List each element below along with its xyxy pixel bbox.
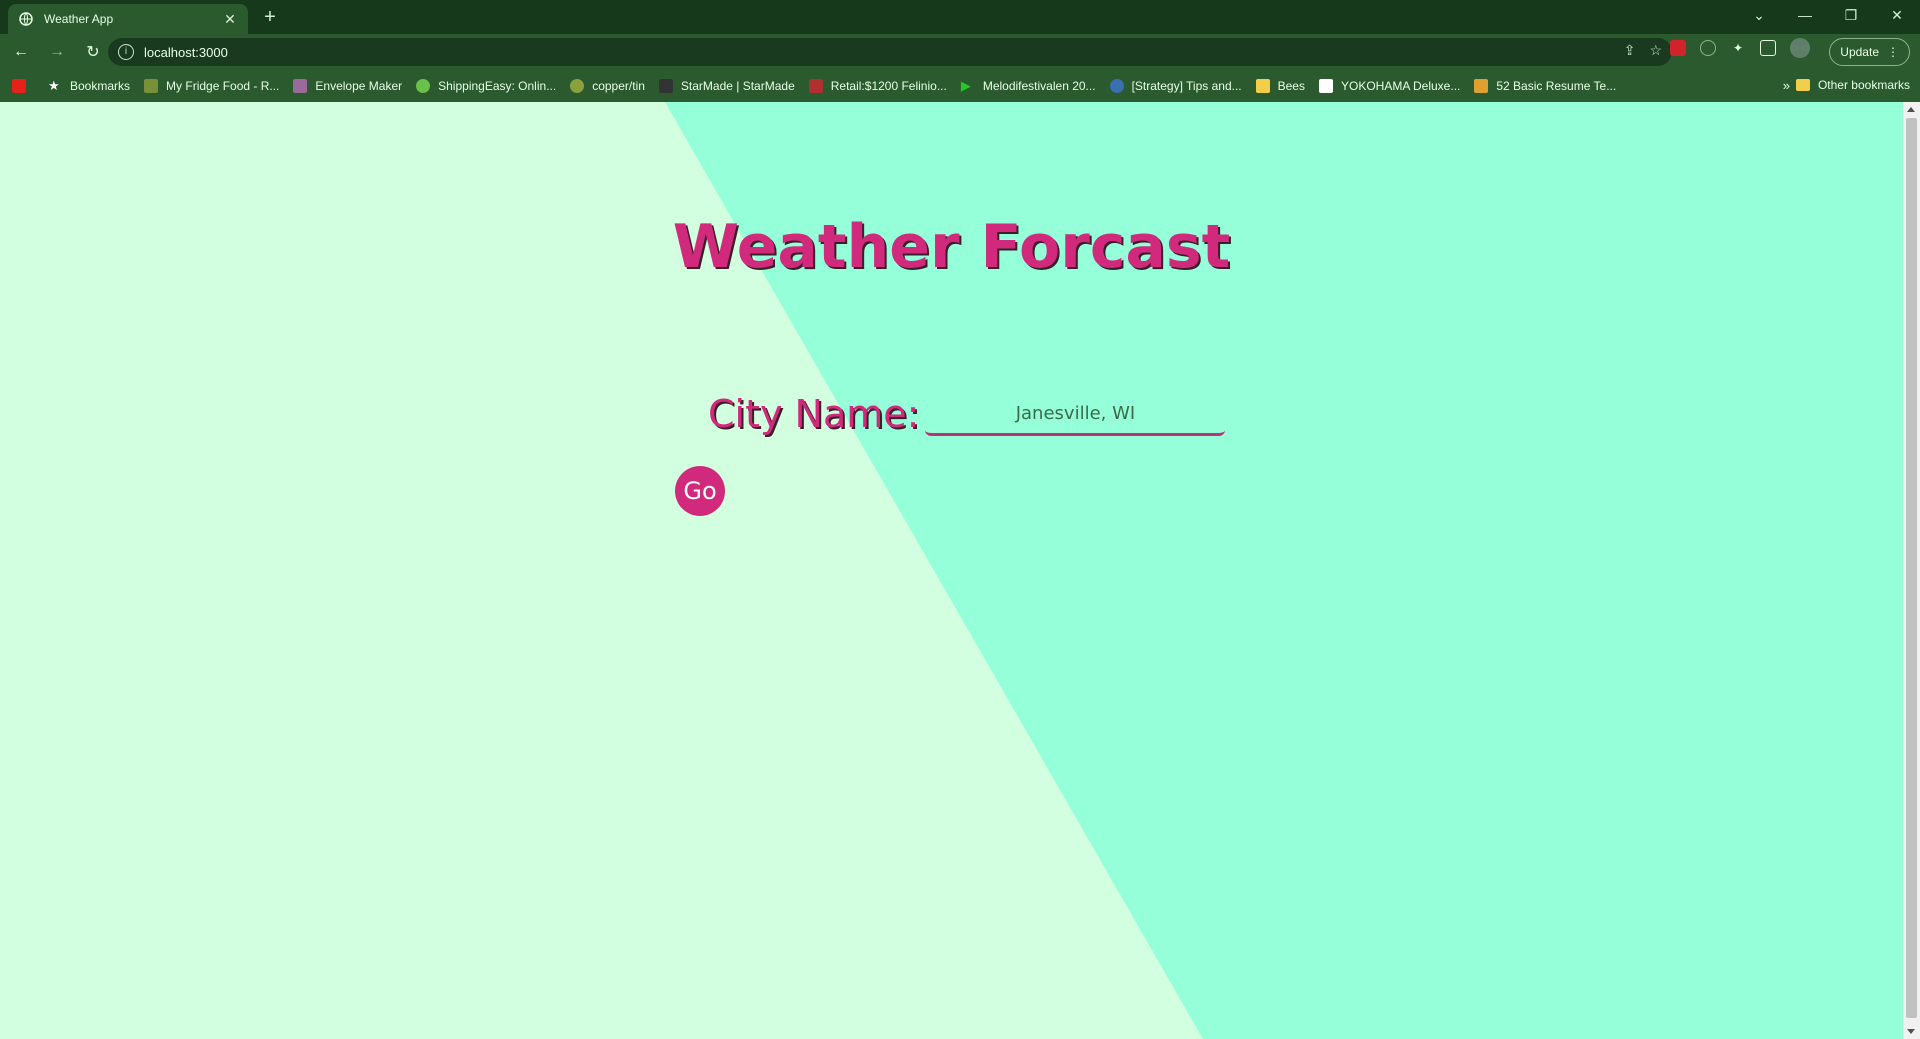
more-bookmarks-icon[interactable]: »	[1783, 78, 1790, 93]
page-viewport: Weather Forcast City Name: Go	[0, 102, 1903, 1039]
new-tab-icon[interactable]: +	[258, 5, 282, 29]
bookmark-item[interactable]: My Fridge Food - R...	[144, 79, 279, 93]
bookmark-item[interactable]: ShippingEasy: Onlin...	[416, 79, 556, 93]
tab-search-icon[interactable]: ⌄	[1736, 0, 1782, 30]
youtube-icon	[12, 79, 26, 93]
bookmarks-bar: ★ Bookmarks My Fridge Food - R... Envelop…	[0, 70, 1920, 102]
bookmark-item[interactable]: Bees	[1255, 79, 1305, 93]
bookmark-item[interactable]: [Strategy] Tips and...	[1109, 79, 1242, 93]
bookmark-label: copper/tin	[592, 79, 645, 93]
bookmark-favicon	[1255, 79, 1270, 93]
bookmark-item[interactable]: Retail:$1200 Felinio...	[808, 79, 947, 93]
bookmark-favicon	[658, 79, 673, 93]
lock-extension-icon[interactable]	[1670, 40, 1686, 56]
folder-icon	[1795, 79, 1810, 91]
profile-avatar[interactable]	[1790, 38, 1810, 58]
bookmark-favicon	[144, 79, 159, 93]
update-label: Update	[1840, 45, 1879, 59]
star-icon: ★	[48, 78, 60, 93]
restore-icon[interactable]: ❐	[1828, 0, 1874, 30]
globe-icon	[18, 11, 34, 27]
window-controls: ⌄ — ❐ ✕	[1736, 0, 1920, 30]
close-tab-icon[interactable]: ✕	[222, 11, 238, 27]
check-extension-icon[interactable]	[1700, 40, 1716, 56]
bookmark-item[interactable]: ▶ Melodifestivalen 20...	[960, 78, 1096, 94]
bookmark-label: Envelope Maker	[315, 79, 403, 93]
scroll-up-icon[interactable]	[1907, 107, 1915, 112]
bookmark-label: Melodifestivalen 20...	[982, 79, 1096, 93]
bookmark-label: ShippingEasy: Onlin...	[438, 79, 557, 93]
url-text: localhost:3000	[144, 44, 228, 60]
play-icon: ▶	[960, 78, 971, 93]
close-window-icon[interactable]: ✕	[1874, 0, 1920, 30]
bookmark-favicon	[416, 79, 431, 93]
vertical-scrollbar[interactable]	[1903, 102, 1920, 1039]
scrollbar-thumb[interactable]	[1906, 118, 1917, 1018]
bookmark-favicon	[570, 79, 585, 93]
bookmark-label: 52 Basic Resume Te...	[1496, 79, 1617, 93]
scroll-down-icon[interactable]	[1907, 1029, 1915, 1034]
bookmark-label: My Fridge Food - R...	[166, 79, 280, 93]
go-button[interactable]: Go	[675, 466, 725, 516]
forward-icon[interactable]: →	[42, 37, 72, 67]
bookmark-favicon	[1474, 79, 1489, 93]
minimize-icon[interactable]: —	[1782, 0, 1828, 30]
menu-dots-icon: ⋮	[1887, 45, 1899, 59]
extensions-area: ✦	[1670, 38, 1810, 58]
puzzle-icon[interactable]: ✦	[1730, 40, 1746, 56]
tab-weather-app[interactable]: Weather App ✕	[8, 4, 248, 34]
page-title: Weather Forcast	[672, 212, 1231, 282]
bookmark-item[interactable]: Envelope Maker	[293, 79, 402, 93]
other-bookmarks[interactable]: Other bookmarks	[1795, 78, 1910, 92]
bookmark-star-icon[interactable]: ☆	[1649, 42, 1662, 59]
bookmark-item[interactable]: copper/tin	[570, 79, 645, 93]
share-icon[interactable]: ⇪	[1624, 42, 1636, 59]
bookmark-favicon	[1318, 79, 1333, 93]
bookmark-item[interactable]: StarMade | StarMade	[658, 79, 795, 93]
bookmark-favicon	[1109, 79, 1124, 93]
other-bookmarks-label: Other bookmarks	[1817, 78, 1910, 92]
bookmark-label: Bees	[1277, 79, 1305, 93]
city-form: City Name:	[708, 392, 1226, 436]
reload-icon[interactable]: ↻	[78, 37, 108, 67]
browser-toolbar: ← → ↻ i localhost:3000 ⇪ ☆ ✦ Update ⋮	[0, 34, 1920, 70]
bookmark-label: [Strategy] Tips and...	[1131, 79, 1242, 93]
update-button[interactable]: Update ⋮	[1829, 38, 1910, 66]
city-name-label: City Name:	[708, 392, 920, 436]
info-icon[interactable]: i	[118, 44, 134, 60]
bookmark-favicon	[808, 79, 823, 93]
youtube-bookmark[interactable]	[12, 79, 34, 93]
bookmark-label: YOKOHAMA Deluxe...	[1340, 79, 1461, 93]
tab-strip: Weather App ✕ + ⌄ — ❐ ✕	[0, 0, 1920, 34]
address-bar[interactable]: i localhost:3000 ⇪ ☆	[108, 38, 1672, 66]
city-input[interactable]	[925, 394, 1226, 436]
bookmark-favicon	[293, 79, 308, 93]
side-panel-icon[interactable]	[1760, 40, 1776, 56]
bookmark-label: Retail:$1200 Felinio...	[830, 79, 947, 93]
bookmark-item[interactable]: YOKOHAMA Deluxe...	[1318, 79, 1461, 93]
bookmark-item[interactable]: ★ Bookmarks	[48, 78, 131, 94]
bookmark-label: Bookmarks	[70, 79, 131, 93]
tab-title: Weather App	[44, 12, 114, 26]
bookmark-label: StarMade | StarMade	[680, 79, 795, 93]
bookmark-item[interactable]: 52 Basic Resume Te...	[1474, 79, 1616, 93]
back-icon[interactable]: ←	[6, 37, 36, 67]
